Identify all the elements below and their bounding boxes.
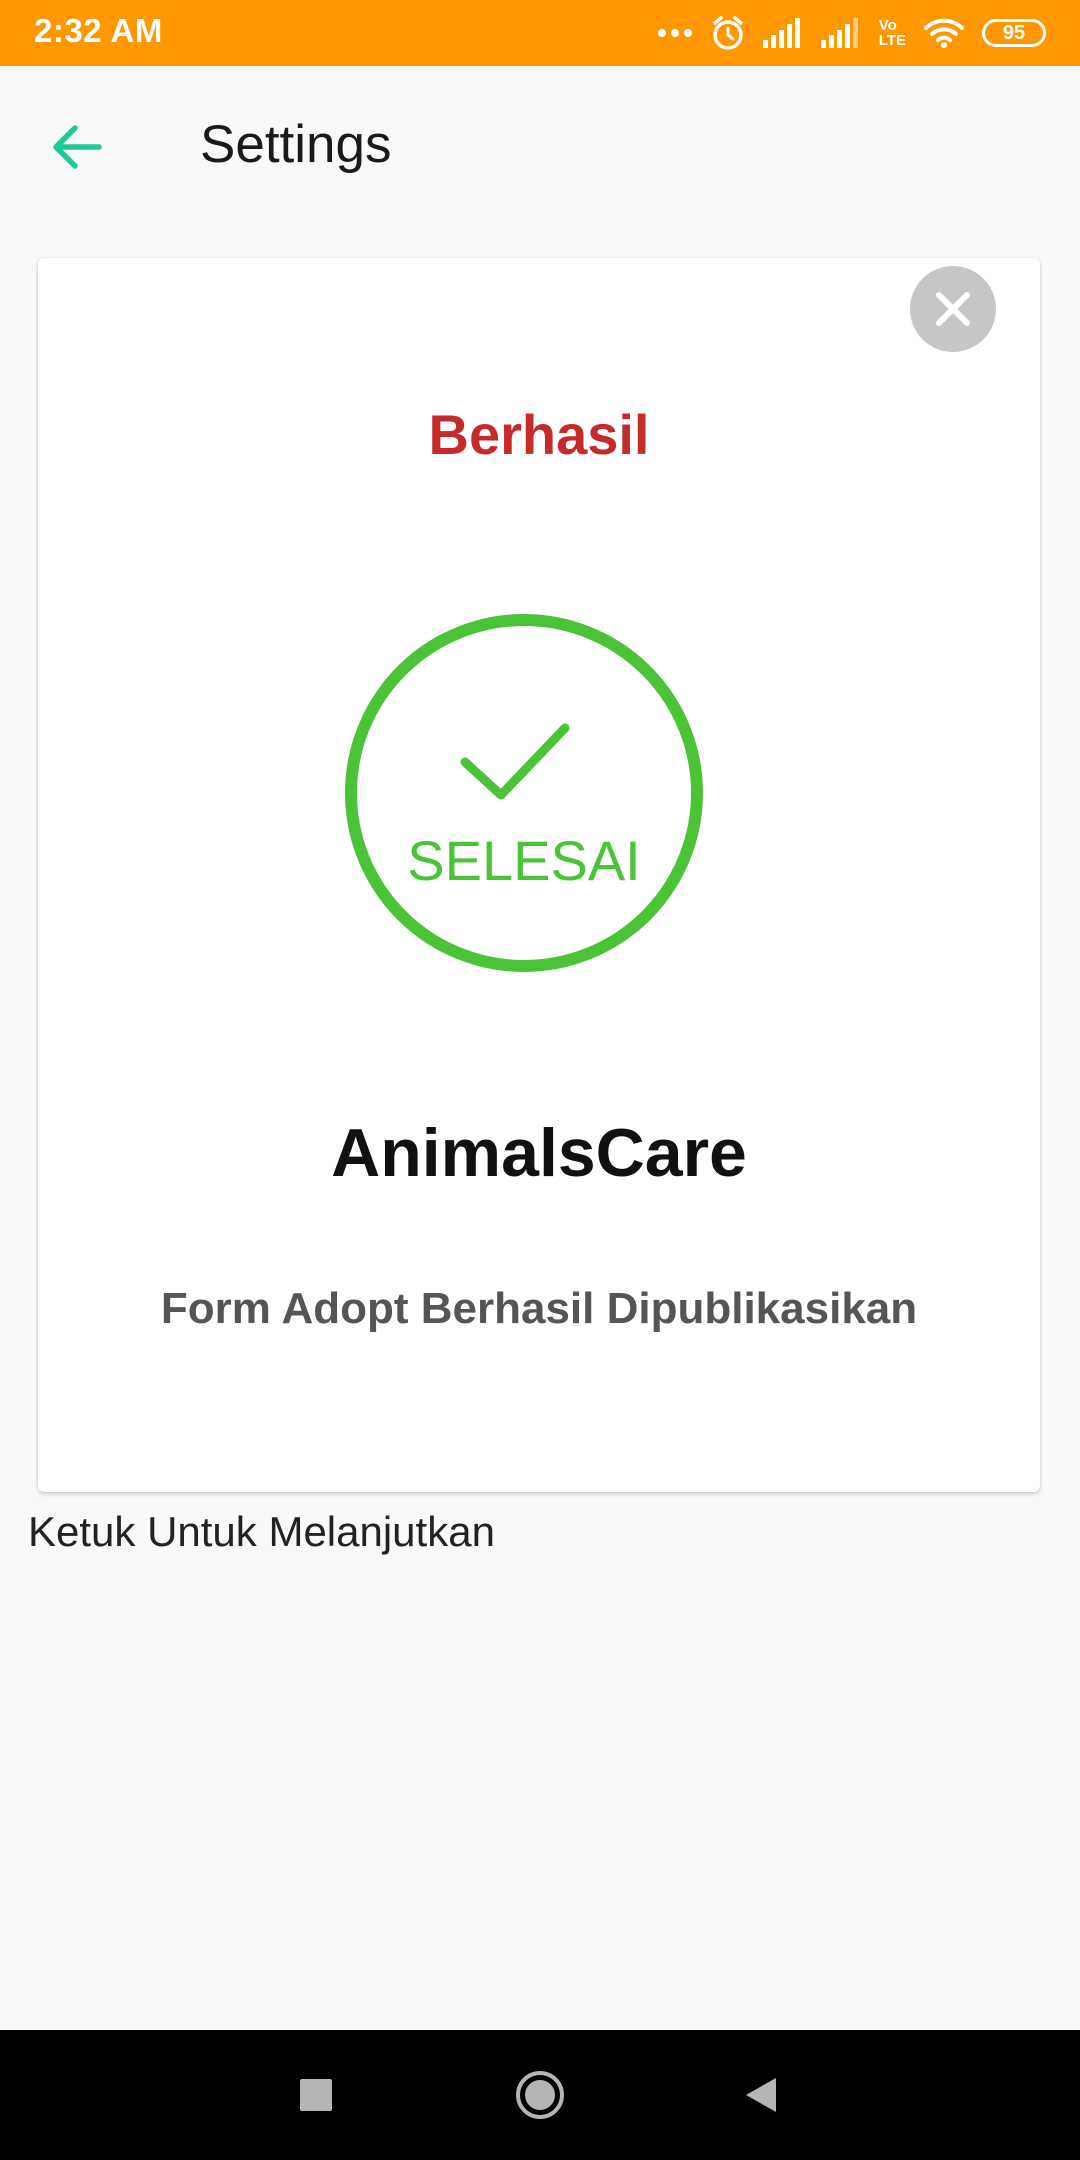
app-name: AnimalsCare xyxy=(331,1115,747,1191)
volte-label-bottom: LTE xyxy=(878,32,906,49)
battery-icon: 95 xyxy=(982,19,1046,47)
volte-icon: Vo LTE xyxy=(879,18,906,48)
back-icon xyxy=(746,2078,776,2112)
nav-bar xyxy=(0,2030,1080,2160)
back-button[interactable] xyxy=(40,110,114,184)
status-icons: Vo LTE 95 xyxy=(657,10,1046,56)
recents-icon xyxy=(300,2079,332,2111)
close-icon xyxy=(936,292,970,326)
alarm-icon xyxy=(713,16,743,50)
success-message: Form Adopt Berhasil Dipublikasikan xyxy=(160,1284,918,1333)
success-heading: Berhasil xyxy=(428,403,650,466)
arrow-left-icon xyxy=(53,125,102,169)
battery-level: 95 xyxy=(1002,21,1026,44)
nav-back-button[interactable] xyxy=(725,2060,795,2130)
close-button[interactable] xyxy=(910,266,996,352)
status-bar: 2:32 AM Vo LTE 95 xyxy=(0,0,1080,66)
app-bar: Settings xyxy=(0,66,1080,226)
signal-icon xyxy=(820,18,858,48)
badge-label: SELESAI xyxy=(407,829,640,892)
home-button[interactable] xyxy=(505,2060,575,2130)
tap-to-continue-hint[interactable]: Ketuk Untuk Melanjutkan xyxy=(28,1508,495,1556)
volte-label-top: Vo xyxy=(878,17,897,34)
recents-button[interactable] xyxy=(281,2060,351,2130)
wifi-icon xyxy=(924,18,964,48)
more-dots-icon xyxy=(657,29,692,37)
home-icon xyxy=(516,2071,564,2119)
page-title: Settings xyxy=(200,115,392,174)
status-time: 2:32 AM xyxy=(34,12,163,49)
success-card[interactable]: Berhasil SELESAI AnimalsCare Form Adopt … xyxy=(38,258,1040,1492)
check-badge-icon: SELESAI xyxy=(345,614,703,972)
signal-icon xyxy=(762,18,800,48)
